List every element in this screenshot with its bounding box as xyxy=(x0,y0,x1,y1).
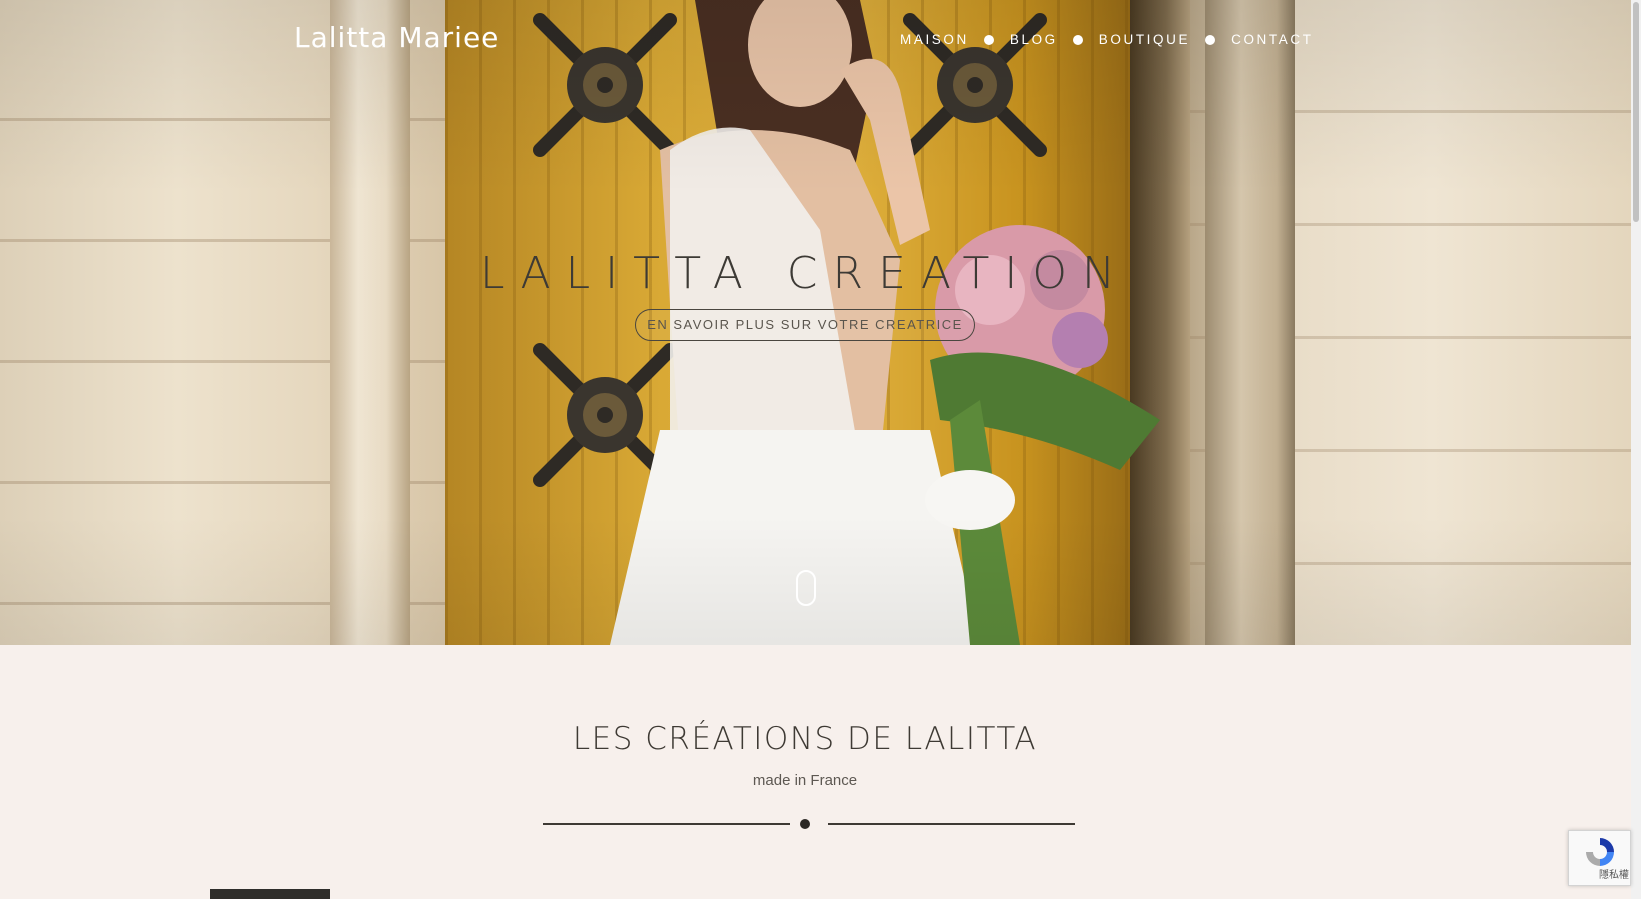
site-logo[interactable]: Lalitta Mariee xyxy=(294,21,499,54)
section-divider-left xyxy=(543,823,790,825)
scroll-down-icon[interactable] xyxy=(796,570,816,606)
section-subtitle: made in France xyxy=(752,772,858,789)
nav-separator-dot xyxy=(983,34,994,45)
nav-maison[interactable]: MAISON xyxy=(900,32,969,47)
content-tab-indicator xyxy=(210,889,330,899)
recaptcha-badge[interactable]: 隱私權 - 條 xyxy=(1568,830,1631,886)
section-title: LES CRÉATIONS DE LALITTA xyxy=(572,721,1038,757)
nav-blog[interactable]: BLOG xyxy=(1010,32,1058,47)
recaptcha-privacy-link[interactable]: 隱私權 - 條 xyxy=(1599,866,1630,881)
nav-separator-dot xyxy=(1072,34,1083,45)
nav-boutique[interactable]: BOUTIQUE xyxy=(1099,32,1190,47)
main-nav: MAISON BLOG BOUTIQUE CONTACT xyxy=(900,32,1314,47)
page-scrollbar-thumb[interactable] xyxy=(1633,2,1639,222)
section-divider-dot xyxy=(800,819,810,829)
hero-title: LALITTA CREATION xyxy=(480,248,1130,299)
section-divider-right xyxy=(828,823,1075,825)
recaptcha-icon xyxy=(1586,838,1614,866)
hero-cta-button[interactable]: EN SAVOIR PLUS SUR VOTRE CREATRICE xyxy=(635,309,975,341)
nav-contact[interactable]: CONTACT xyxy=(1231,32,1313,47)
nav-separator-dot xyxy=(1205,34,1216,45)
